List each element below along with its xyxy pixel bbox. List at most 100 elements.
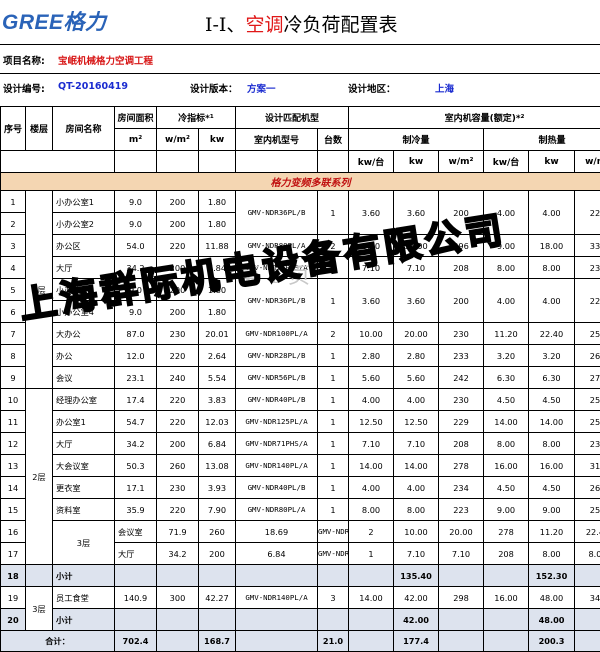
cell-c-unit: 3.60 (349, 279, 394, 323)
cell-model: GMV-NDR71PHS/A (236, 257, 318, 279)
cell-model: GMV-NDR71PHS/A (318, 543, 349, 565)
cell-c-total: 42.00 (394, 587, 439, 609)
cell-h-total: 48.00 (529, 609, 575, 631)
cell-c-total: 42.00 (394, 609, 439, 631)
cell-index: 260 (157, 455, 199, 477)
cell-room: 小办公室1 (53, 191, 115, 213)
cell-h-total: 22.40 (529, 323, 575, 345)
unit-wm2: w/m² (575, 151, 600, 173)
title-accent: 空调 (245, 14, 283, 36)
cell-c-unit: 8.00 (349, 499, 394, 521)
table-row: 193层员工食堂140.930042.27GMV-NDR140PL/A314.0… (1, 587, 600, 609)
cell-c-total: 12.50 (394, 411, 439, 433)
load-config-table: 序号 楼层 房间名称 房间面积 冷指标*¹ 设计匹配机型 室内机容量(额定)*²… (0, 106, 600, 652)
cell-area: 17.1 (115, 477, 157, 499)
cell-area: 23.1 (115, 367, 157, 389)
cell-c-unit: 10.00 (394, 521, 439, 543)
cell-load-kw: 18.69 (236, 521, 318, 543)
total-area: 702.4 (115, 631, 157, 652)
subtotal-row: 18小计135.40152.30 (1, 565, 600, 587)
cell-area: 17.4 (115, 389, 157, 411)
cell-c-unit: 5.60 (349, 367, 394, 389)
cell-count: 1 (318, 279, 349, 323)
cell-h-total: 8.00 (575, 543, 600, 565)
cell-h-wm2: 234 (575, 433, 600, 455)
table-row: 3办公区54.022011.88GMV-NDR80PL/A28.0016.002… (1, 235, 600, 257)
cell-seq: 20 (1, 609, 26, 631)
unit-kw: kw (529, 151, 575, 173)
cell-idx: 300 (157, 587, 199, 609)
cell-c-wm2: 234 (439, 477, 484, 499)
cell-h-wm2: 256 (575, 411, 600, 433)
col-seq: 序号 (1, 107, 26, 151)
cell-load-kw: 11.88 (199, 235, 236, 257)
table-row: 15资料室35.92207.90GMV-NDR80PL/A18.008.0022… (1, 499, 600, 521)
cell-model: GMV-NDR80PL/A (236, 235, 318, 257)
cell-c-unit: 7.10 (394, 543, 439, 565)
cell-room: 更衣室 (53, 477, 115, 499)
cell-seq: 12 (1, 433, 26, 455)
cell-h-unit: 4.50 (484, 477, 529, 499)
cell-model: GMV-NDR140PL/A (236, 455, 318, 477)
cell-area: 9.0 (115, 301, 157, 323)
cell-model: GMV-NDR40PL/B (236, 477, 318, 499)
table-row: 12大厅34.22006.84GMV-NDR71PHS/A17.107.1020… (1, 433, 600, 455)
cell-area: 71.9 (157, 521, 199, 543)
subtotal-label: 小计 (53, 565, 115, 587)
cell-room: 资料室 (53, 499, 115, 521)
cell-c-wm2: 223 (439, 499, 484, 521)
cell-room: 小办公室2 (53, 213, 115, 235)
cell-c-total: 4.00 (394, 389, 439, 411)
cell-c-total: 8.00 (394, 499, 439, 521)
cell-c-total: 20.00 (394, 323, 439, 345)
cell-h-unit: 6.30 (484, 367, 529, 389)
cell-c-wm2: 229 (439, 411, 484, 433)
cell-h-total: 4.50 (529, 389, 575, 411)
cell-seq: 1 (1, 191, 26, 213)
cell-seq: 13 (1, 455, 26, 477)
cell-c-unit: 10.00 (349, 323, 394, 345)
cell-h-unit: 8.00 (484, 257, 529, 279)
cell-c-wm2: 242 (439, 367, 484, 389)
cell-c-total: 5.60 (394, 367, 439, 389)
design-version-label: 设计版本： (190, 81, 238, 95)
cell-h-total: 14.00 (529, 411, 575, 433)
data-rows: 11层小办公室19.02001.80GMV-NDR36PL/B13.603.60… (1, 191, 600, 652)
cell-model: GMV-NDR71PHS/A (236, 433, 318, 455)
cell-index: 200 (157, 279, 199, 301)
cell-room: 办公 (53, 345, 115, 367)
unit-kw-per: kw/台 (349, 151, 394, 173)
cell-room: 大厅 (53, 433, 115, 455)
cell-c-unit: 14.00 (349, 587, 394, 609)
cell-area: 34.2 (157, 543, 199, 565)
cell-h-wm2: 251 (575, 499, 600, 521)
cell-h-unit: 16.00 (484, 587, 529, 609)
title-prefix: Ⅰ-Ⅰ、 (205, 14, 245, 36)
cell-seq: 10 (1, 389, 26, 411)
cell-count: 1 (318, 257, 349, 279)
cell-area: 34.2 (115, 433, 157, 455)
cell-index: 220 (157, 235, 199, 257)
cell-room: 会议室 (115, 521, 157, 543)
cell-count: 1 (318, 499, 349, 521)
cell-count: 1 (318, 433, 349, 455)
cell-h-total: 3.20 (529, 345, 575, 367)
cell-count: 1 (318, 367, 349, 389)
cell-count: 1 (318, 477, 349, 499)
cell-area: 54.7 (115, 411, 157, 433)
cell-c-unit: 7.10 (349, 433, 394, 455)
cell-c-wm2: 278 (439, 455, 484, 477)
cell-seq: 9 (1, 367, 26, 389)
cell-count: 1 (318, 191, 349, 235)
cell-area: 34.2 (115, 257, 157, 279)
cell-c-wm2: 233 (439, 345, 484, 367)
cell-model: GMV-NDR36PL/B (236, 279, 318, 323)
cell-h-unit: 4.50 (484, 389, 529, 411)
cell-model: GMV-NDR28PL/B (236, 345, 318, 367)
table-row: 5小办公室39.02001.80GMV-NDR36PL/B13.603.6020… (1, 279, 600, 301)
cell-h-total: 4.00 (529, 279, 575, 323)
cell-h-wm2: 267 (575, 345, 600, 367)
cell-index: 240 (157, 367, 199, 389)
cell-seq: 4 (1, 257, 26, 279)
cell-h-wm2: 333 (575, 235, 600, 257)
